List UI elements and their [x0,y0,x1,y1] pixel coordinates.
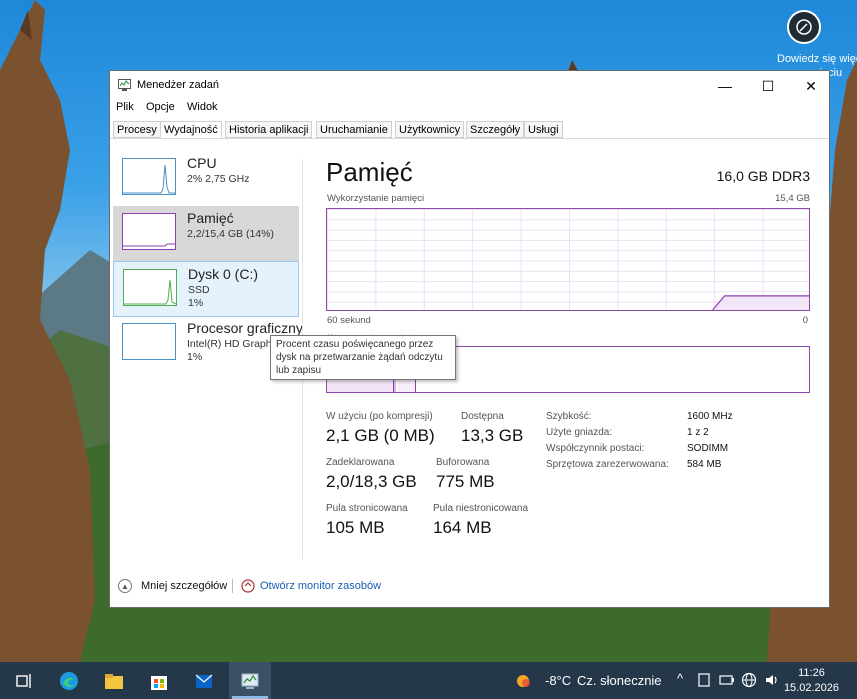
notification-line1: Dowiedz się więc [777,53,857,65]
notification-tile[interactable]: Dowiedz się więc cjeciu [777,0,857,80]
sidebar-item-pamiec[interactable]: Pamięć 2,2/15,4 GB (14%) [113,206,299,262]
volume-icon[interactable] [764,672,780,688]
usage-max: 15,4 GB [775,193,810,204]
slots-label: Użyte gniazda: [546,427,613,438]
compass-icon [787,10,821,44]
memory-mini-graph [123,243,175,247]
clock-date: 15.02.2026 [783,682,839,694]
sidebar-item-sub2: 1% [187,351,203,363]
weather-temperature[interactable]: -8°C [545,673,571,688]
nonpaged-pool-value: 164 MB [433,518,492,537]
tray-chevron-icon[interactable]: ^ [677,671,683,686]
sidebar-item-sub: SSD [188,284,210,296]
clock-time: 11:26 [798,667,825,679]
tab-divider [110,138,829,139]
available-label: Dostępna [461,411,504,422]
menu-widok[interactable]: Widok [187,101,218,113]
store-icon[interactable] [148,670,170,692]
in-use-value: 2,1 GB (0 MB) [326,426,435,445]
cached-value: 775 MB [436,472,495,491]
maximize-button[interactable]: ☐ [746,75,790,97]
tray-device-icon[interactable] [696,672,712,688]
network-globe-icon[interactable] [741,672,757,688]
footer-bar: ▲ Mniej szczegółów Otwórz monitor zasobó… [110,574,829,598]
system-clock[interactable]: 11:26 15.02.2026 [784,666,839,696]
slots-value: 1 z 2 [687,427,709,438]
resource-monitor-link[interactable]: Otwórz monitor zasobów [260,580,381,592]
title-bar[interactable]: Menedżer zadań — ☐ ✕ [110,71,829,99]
close-button[interactable]: ✕ [789,75,833,97]
menu-plik[interactable]: Plik [116,101,134,113]
nonpaged-pool-label: Pula niestronicowana [433,503,529,514]
time-axis-left: 60 sekund [327,315,371,326]
disk-mini-graph [124,279,177,305]
sidebar-item-sub: 2,2/15,4 GB (14%) [187,228,274,240]
minimize-button[interactable]: — [703,75,747,97]
tab-uslugi[interactable]: Usługi [524,121,563,138]
form-factor-value: SODIMM [687,443,729,454]
tab-uruchamianie[interactable]: Uruchamianie [316,121,392,138]
cpu-thumbnail [122,158,176,195]
paged-pool-label: Pula stronicowana [326,503,408,514]
sidebar-item-label: Dysk 0 (C:) [188,266,258,282]
memory-usage-chart [712,295,809,310]
menu-opcje[interactable]: Opcje [146,101,175,113]
task-manager-taskbar-icon[interactable] [239,670,261,692]
sidebar-item-label: Procesor graficzny [187,320,303,336]
file-explorer-icon[interactable] [103,670,125,692]
tab-wydajnosc[interactable]: Wydajność [160,121,222,138]
sidebar-item-cpu[interactable]: CPU 2% 2,75 GHz [113,151,299,207]
tab-uzytkownicy[interactable]: Użytkownicy [395,121,465,138]
disk-thumbnail [123,269,177,306]
tab-szczegoly[interactable]: Szczegóły [466,121,525,138]
hardware-reserved-value: 584 MB [687,459,722,470]
sidebar-item-label: Pamięć [187,210,234,226]
resource-monitor-icon [241,579,255,593]
weather-description[interactable]: Cz. słonecznie [577,673,662,688]
fewer-details-link[interactable]: Mniej szczegółów [141,580,227,592]
usage-caption: Wykorzystanie pamięci [327,193,425,204]
speed-value: 1600 MHz [687,411,733,422]
weather-sun-icon[interactable] [512,670,534,692]
cpu-mini-graph [123,164,175,194]
available-value: 13,3 GB [461,426,524,445]
edge-icon[interactable] [58,670,80,692]
footer-separator [232,579,233,593]
sidebar-item-sub: Intel(R) HD Graph [187,338,272,350]
memory-usage-area [712,295,809,310]
window-title: Menedżer zadań [137,79,219,91]
chevron-up-icon[interactable]: ▲ [118,579,132,593]
battery-icon[interactable] [719,672,735,688]
task-view-icon[interactable] [13,670,35,692]
form-factor-label: Współczynnik postaci: [546,443,645,454]
time-axis-right: 0 [802,315,808,326]
sidebar-item-sub: 2% 2,75 GHz [187,173,250,185]
in-use-label: W użyciu (po kompresji) [326,411,433,422]
llama-left [0,0,95,662]
sidebar-item-label: CPU [187,155,217,171]
cached-label: Buforowana [436,457,490,468]
sidebar-item-dysk[interactable]: Dysk 0 (C:) SSD 1% [113,261,299,317]
task-manager-window: Menedżer zadań — ☐ ✕ Plik Opcje Widok Pr… [109,70,830,608]
taskbar: -8°C Cz. słonecznie ^ 11:26 15.02.2026 [0,662,857,699]
committed-label: Zadeklarowana [326,457,395,468]
mail-icon[interactable] [193,670,215,692]
sidebar-item-sub2: 1% [188,297,204,309]
paged-pool-value: 105 MB [326,518,385,537]
tab-historia-aplikacji[interactable]: Historia aplikacji [225,121,313,138]
speed-label: Szybkość: [546,411,592,422]
memory-spec: 16,0 GB DDR3 [716,168,810,184]
hardware-reserved-label: Sprzętowa zarezerwowana: [546,459,669,470]
memory-usage-graph [326,208,810,311]
disk-tooltip: Procent czasu poświęcanego przez dysk na… [270,335,456,380]
tab-procesy[interactable]: Procesy [113,121,161,138]
committed-value: 2,0/18,3 GB [326,472,417,491]
page-title: Pamięć [326,157,413,187]
gpu-thumbnail [122,323,176,360]
task-manager-icon [118,79,131,91]
memory-thumbnail [122,213,176,250]
